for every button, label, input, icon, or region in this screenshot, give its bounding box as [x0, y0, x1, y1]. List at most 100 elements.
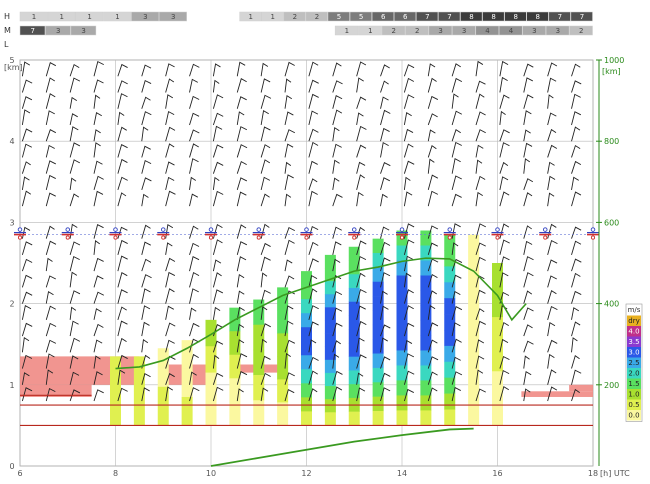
wind-barb	[93, 175, 104, 191]
wind-barb	[380, 193, 388, 207]
wind-barb	[189, 242, 200, 256]
wind-barb	[523, 129, 531, 142]
wind-barb	[499, 129, 510, 142]
thermal-cell	[396, 320, 408, 336]
cloud-cell-value: 8	[513, 13, 517, 21]
wind-barb	[165, 63, 175, 77]
wind-barb	[189, 78, 198, 93]
thermal-cell	[372, 353, 384, 369]
cloud-row-label-l: L	[4, 40, 9, 49]
y-tick-label-right: 800	[604, 137, 619, 146]
wind-barb	[212, 125, 223, 142]
wind-barb	[308, 178, 318, 191]
wind-barb	[523, 142, 533, 158]
wind-barb	[236, 241, 248, 255]
wind-barb	[475, 175, 486, 191]
cloud-cell-value: 5	[337, 13, 341, 21]
wind-barb	[451, 93, 459, 109]
wind-barb	[45, 339, 57, 353]
wind-barb	[451, 193, 462, 207]
wind-barb	[451, 110, 463, 126]
x-tick-label: 12	[301, 469, 311, 478]
wind-barb	[93, 94, 101, 109]
wind-barb	[69, 113, 78, 126]
wind-barb	[451, 175, 462, 191]
wind-barb	[380, 162, 391, 174]
tropopause-dot-red	[161, 235, 166, 240]
wind-barb	[547, 192, 555, 207]
wind-barb	[475, 60, 484, 77]
wind-barb	[21, 305, 32, 320]
wind-barb	[212, 306, 221, 320]
cloud-cell-value: 2	[315, 13, 319, 21]
wind-barb	[571, 80, 582, 93]
wind-barb	[141, 111, 152, 126]
wind-barb	[571, 258, 582, 272]
cloud-cell-value: 4	[485, 27, 490, 35]
wind-barb	[356, 161, 366, 174]
wind-barb	[451, 63, 461, 77]
wind-barb	[117, 158, 128, 174]
wind-barb	[212, 272, 222, 288]
thermal-cell	[324, 412, 336, 426]
cloud-cell-value: 7	[447, 13, 451, 21]
legend-label: 0.0	[628, 412, 639, 420]
wind-barb	[547, 339, 558, 353]
x-tick-label: 8	[113, 469, 118, 478]
thermal-cell	[492, 407, 503, 426]
wind-barb	[69, 290, 81, 304]
legend-label: 4.0	[628, 328, 639, 336]
wind-barb	[165, 161, 175, 174]
wind-barb	[403, 143, 414, 158]
wind-barb	[117, 80, 128, 93]
wind-barb	[21, 109, 31, 126]
wind-barb	[69, 126, 79, 142]
wind-barb	[117, 272, 128, 288]
wind-barb	[21, 322, 33, 337]
wind-barb	[236, 126, 248, 142]
thermal-cell	[444, 329, 456, 347]
wind-barb	[93, 275, 104, 288]
wind-barb	[165, 143, 175, 158]
thermal-cell	[372, 396, 384, 412]
y-tick-label-left: 1	[9, 381, 14, 390]
wind-barb	[547, 128, 557, 142]
wind-barb	[117, 111, 125, 126]
wind-barb	[165, 126, 176, 142]
wind-barb	[571, 126, 581, 142]
legend-label: 2.0	[628, 370, 639, 378]
meteogram-chart: H 1 1 1 1 3 3 1 1 2 2 5 5 6 6 7 7 8 8 8 8 7 7M 7 3 3 1 1 2 2 3 3 4 4 3 3 2L …	[4, 11, 643, 478]
wind-barb	[212, 239, 223, 255]
wind-barb	[571, 369, 582, 385]
wind-barb	[189, 143, 199, 158]
wind-barb	[93, 257, 104, 272]
wind-barb	[308, 258, 319, 272]
wind-barb	[571, 354, 580, 369]
wind-barb	[189, 129, 200, 142]
wind-barb	[236, 111, 245, 126]
wind-barb	[499, 76, 508, 93]
wind-barb	[69, 255, 80, 272]
tropopause-dot-blue	[399, 227, 405, 232]
wind-barb	[427, 158, 435, 174]
cloud-cell-value: 3	[171, 13, 175, 21]
wind-barb	[260, 159, 271, 174]
thermal-cell	[301, 355, 312, 370]
wind-barb	[189, 112, 200, 126]
wind-barb	[260, 272, 268, 288]
wind-barb	[45, 225, 55, 239]
wind-barb	[308, 190, 318, 207]
wind-barb	[380, 80, 389, 93]
wind-barb	[523, 158, 531, 174]
wind-barb	[117, 176, 128, 191]
wind-barb	[499, 110, 506, 126]
wind-barb	[189, 288, 199, 304]
wind-barb	[332, 80, 343, 93]
wind-barb	[189, 63, 200, 77]
x-tick-label: 18	[588, 469, 598, 478]
cloud-cell-value: 1	[368, 27, 372, 35]
thermal-cell	[181, 368, 193, 398]
wind-barb	[93, 308, 102, 320]
y-tick-label-right: 400	[604, 300, 619, 309]
wind-barb	[69, 241, 81, 256]
